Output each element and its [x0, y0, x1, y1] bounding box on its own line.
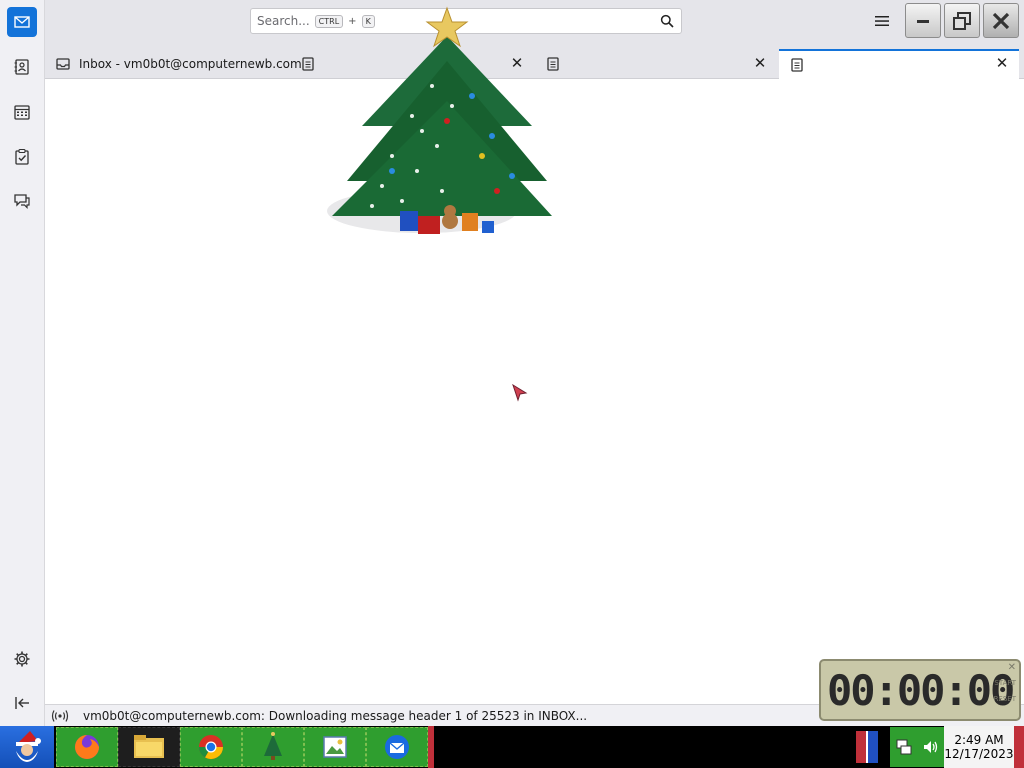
- app-menu-button[interactable]: [871, 12, 893, 30]
- taskbar-file-explorer[interactable]: [118, 727, 180, 767]
- gear-icon: [14, 651, 30, 667]
- photo-viewer-icon: [323, 736, 347, 758]
- restore-icon: [953, 11, 971, 30]
- minimize-button[interactable]: [905, 3, 941, 38]
- taskbar-thunderbird[interactable]: [366, 727, 428, 767]
- tasks-icon: [15, 148, 29, 165]
- tab-message-3[interactable]: ✕: [779, 49, 1019, 79]
- system-clock[interactable]: 2:49 AM 12/17/2023: [944, 726, 1014, 768]
- status-text: vm0b0t@computernewb.com: Downloading mes…: [83, 708, 588, 723]
- santa-icon: [16, 731, 41, 762]
- start-button[interactable]: [0, 726, 54, 768]
- taskbar-firefox[interactable]: [56, 727, 118, 767]
- close-icon: [992, 12, 1010, 29]
- taskbar-divider: [428, 726, 434, 768]
- hamburger-icon: [875, 16, 889, 26]
- taskbar: 2:49 AM 12/17/2023: [0, 726, 1024, 768]
- settings-button[interactable]: [7, 644, 37, 674]
- chrome-icon: [199, 735, 223, 760]
- clock-date: 12/17/2023: [944, 747, 1014, 761]
- taskbar-photo-viewer[interactable]: [304, 727, 366, 767]
- chat-space-button[interactable]: [7, 186, 37, 216]
- tab-message-2-close-icon[interactable]: ✕: [752, 54, 768, 72]
- taskbar-christmas-tree[interactable]: [242, 727, 304, 767]
- address-book-space-button[interactable]: [7, 52, 37, 82]
- restore-button[interactable]: [944, 3, 980, 38]
- countdown-start-button[interactable]: START: [994, 679, 1016, 687]
- system-tray: [890, 727, 944, 767]
- chat-icon: [14, 194, 30, 209]
- online-status-icon[interactable]: [51, 709, 69, 723]
- volume-icon[interactable]: [922, 738, 940, 756]
- calendar-icon: [14, 105, 30, 120]
- document-icon: [791, 58, 803, 72]
- minimize-icon: [917, 19, 929, 23]
- tab-message-3-close-icon[interactable]: ✕: [994, 54, 1010, 72]
- document-icon: [302, 57, 314, 71]
- inbox-icon: [56, 58, 70, 70]
- show-desktop-button[interactable]: [1014, 726, 1024, 768]
- mail-space-button[interactable]: [7, 7, 37, 37]
- search-icon[interactable]: [660, 14, 674, 28]
- countdown-widget[interactable]: 00:00:00 START RESET ✕: [819, 659, 1021, 721]
- mouse-cursor-icon: [512, 384, 528, 402]
- tasks-space-button[interactable]: [7, 142, 37, 172]
- file-explorer-icon: [134, 735, 164, 758]
- firefox-icon: [75, 735, 99, 759]
- thunderbird-icon: [385, 735, 409, 759]
- network-icon[interactable]: [895, 738, 913, 756]
- christmas-tree-icon: [264, 732, 282, 760]
- countdown-reset-button[interactable]: RESET: [994, 695, 1016, 703]
- collapse-left-icon: [15, 697, 29, 709]
- envelope-icon: [14, 16, 30, 28]
- tab-message-2[interactable]: ✕: [535, 49, 777, 79]
- widget-close-icon[interactable]: ✕: [1008, 662, 1016, 673]
- christmas-tree-image: [327, 6, 552, 234]
- collapse-spaces-button[interactable]: [7, 688, 37, 718]
- search-placeholder: Search...: [257, 14, 310, 28]
- close-window-button[interactable]: [983, 3, 1019, 38]
- clock-time: 2:49 AM: [954, 733, 1004, 747]
- countdown-display: 00:00:00: [827, 666, 1015, 715]
- spaces-toolbar: [0, 0, 45, 726]
- address-book-icon: [14, 59, 29, 75]
- language-flag-icon[interactable]: [856, 731, 878, 763]
- taskbar-chrome[interactable]: [180, 727, 242, 767]
- tab-inbox-label: Inbox - vm0b0t@computernewb.com: [79, 57, 302, 71]
- calendar-space-button[interactable]: [7, 97, 37, 127]
